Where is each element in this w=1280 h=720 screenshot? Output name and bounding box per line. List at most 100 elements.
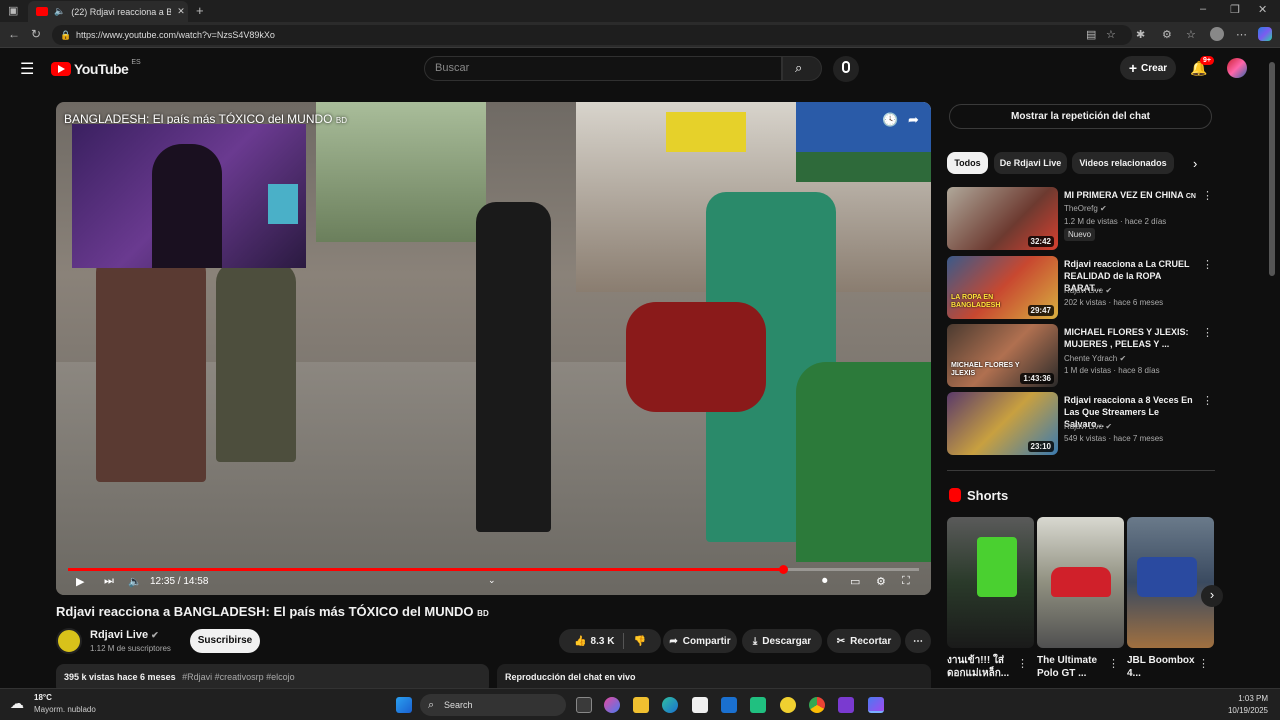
chip-videos-relacionados[interactable]: Videos relacionados — [1072, 152, 1174, 174]
channel-name[interactable]: Rdjavi Live ✔ — [90, 629, 159, 641]
short-title[interactable]: JBL Boombox 4... — [1127, 654, 1201, 680]
account-avatar[interactable] — [1227, 58, 1247, 78]
reload-icon[interactable]: ↻ — [31, 27, 41, 41]
active-app-icon[interactable] — [868, 697, 884, 713]
url-field[interactable]: 🔒 https://www.youtube.com/watch?v=NzsS4V… — [52, 25, 1132, 45]
more-actions-button[interactable]: ⋯ — [905, 629, 931, 653]
next-icon[interactable]: ⏭ — [104, 575, 114, 588]
channel-avatar[interactable] — [56, 628, 82, 654]
more-vertical-icon[interactable]: ⋮ — [1202, 394, 1213, 407]
collections-icon[interactable]: ☆ — [1186, 28, 1196, 41]
dislike-button[interactable]: 👎 — [633, 636, 645, 647]
chip-de-rdjavi-live[interactable]: De Rdjavi Live — [994, 152, 1067, 174]
search-input[interactable]: Buscar — [424, 56, 782, 81]
like-button[interactable]: 👍 8.3 K — [574, 636, 614, 647]
new-tab-icon[interactable]: + — [196, 3, 204, 18]
short-thumbnail[interactable] — [947, 517, 1034, 648]
video-player[interactable]: BANGLADESH: El país más TÓXICO del MUNDO… — [56, 102, 931, 595]
minimize-icon[interactable]: – — [1200, 3, 1206, 15]
edge-icon[interactable] — [662, 697, 678, 713]
volume-icon[interactable]: 🔈 — [128, 575, 142, 588]
browser-tab[interactable]: 🔈 (22) Rdjavi reacciona a BAN ✕ — [28, 1, 188, 22]
more-vertical-icon[interactable]: ⋮ — [1198, 657, 1209, 670]
settings-icon[interactable]: ⚙ — [1162, 28, 1172, 41]
recommendation-channel[interactable]: Chente Ydrach ✔ — [1064, 353, 1126, 364]
page-scrollbar[interactable] — [1269, 62, 1275, 276]
shorts-next-button[interactable]: › — [1201, 585, 1223, 607]
clock-time[interactable]: 1:03 PM — [1210, 694, 1268, 703]
favorite-star-icon[interactable]: ☆ — [1106, 28, 1116, 41]
notifications-button[interactable]: 🔔 9+ — [1190, 56, 1214, 78]
clock-date[interactable]: 10/19/2025 — [1210, 706, 1268, 715]
reader-icon[interactable]: ▤ — [1086, 28, 1096, 41]
copilot-icon[interactable] — [1258, 27, 1272, 41]
recommendation-title[interactable]: MICHAEL FLORES Y JLEXIS: MUJERES , PELEA… — [1064, 326, 1199, 350]
more-vertical-icon[interactable]: ⋮ — [1202, 189, 1213, 202]
short-title[interactable]: The Ultimate Polo GT ... — [1037, 654, 1111, 680]
file-explorer-icon[interactable] — [633, 697, 649, 713]
profile-avatar-icon[interactable] — [1210, 27, 1224, 41]
recommendation-channel[interactable]: Rdjavi Live ✔ — [1064, 285, 1112, 296]
fullscreen-icon[interactable]: ⛶ — [902, 575, 910, 588]
search-button[interactable]: ⌕ — [782, 56, 822, 81]
speaker-icon[interactable]: 🔈 — [54, 6, 65, 17]
subtitles-icon[interactable]: ▭ — [850, 575, 860, 588]
download-button[interactable]: ⤓ Descargar — [742, 629, 822, 653]
clip-button[interactable]: ✂ Recortar — [827, 629, 901, 653]
close-window-icon[interactable]: ✕ — [1258, 3, 1267, 16]
share-button[interactable]: ➦ Compartir — [663, 629, 737, 653]
gear-icon[interactable]: ⚙ — [876, 575, 886, 588]
video-thumbnail[interactable]: 32:42 — [947, 187, 1058, 250]
share-arrow-icon[interactable]: ➦ — [908, 112, 919, 128]
chevron-right-icon[interactable]: › — [1193, 156, 1197, 171]
more-menu-icon[interactable]: ⋯ — [1236, 28, 1247, 41]
tab-actions-icon[interactable]: ▣ — [8, 4, 18, 17]
short-thumbnail[interactable] — [1037, 517, 1124, 648]
create-button[interactable]: + Crear — [1120, 56, 1176, 80]
extensions-icon[interactable]: ✱ — [1136, 28, 1145, 41]
more-vertical-icon[interactable]: ⋮ — [1017, 657, 1028, 670]
app-icon[interactable] — [780, 697, 796, 713]
close-tab-icon[interactable]: ✕ — [177, 6, 185, 17]
recommendation-title[interactable]: MI PRIMERA VEZ EN CHINA CN — [1064, 189, 1199, 203]
more-vertical-icon[interactable]: ⋮ — [1202, 258, 1213, 271]
hashtags[interactable]: #Rdjavi #creativosrp #elcojo — [182, 672, 295, 682]
short-title[interactable]: งานเข้า!!! ใส่ ดอกแม่เหล็ก... — [947, 654, 1021, 680]
video-thumbnail[interactable]: MICHAEL FLORES Y JLEXIS 1:43:36 — [947, 324, 1058, 387]
copilot-taskbar-icon[interactable] — [604, 697, 620, 713]
chip-todos[interactable]: Todos — [947, 152, 988, 174]
short-thumbnail[interactable] — [1127, 517, 1214, 648]
recommendation-item[interactable]: LA ROPA EN BANGLADESH 29:47 Rdjavi reacc… — [947, 256, 1217, 320]
show-chat-replay-button[interactable]: Mostrar la repetición del chat — [949, 104, 1212, 129]
task-view-icon[interactable] — [576, 697, 592, 713]
chrome-icon[interactable] — [809, 697, 825, 713]
youtube-logo[interactable]: YouTube ES — [51, 59, 141, 77]
recommendation-channel[interactable]: Rdjavi Live ✔ — [1064, 421, 1112, 432]
hamburger-menu-icon[interactable]: ☰ — [20, 59, 34, 79]
outlook-icon[interactable] — [721, 697, 737, 713]
subscribe-button[interactable]: Suscribirse — [190, 629, 260, 653]
app-icon[interactable] — [750, 697, 766, 713]
chevron-down-icon[interactable]: ⌄ — [488, 575, 496, 586]
video-thumbnail[interactable]: 23:10 — [947, 392, 1058, 455]
video-thumbnail[interactable]: LA ROPA EN BANGLADESH 29:47 — [947, 256, 1058, 319]
app-icon[interactable] — [838, 697, 854, 713]
windows-start-icon[interactable] — [396, 697, 412, 713]
maximize-icon[interactable]: ❐ — [1230, 3, 1240, 16]
progress-bar[interactable] — [68, 565, 919, 574]
recommendation-item[interactable]: MICHAEL FLORES Y JLEXIS 1:43:36 MICHAEL … — [947, 324, 1217, 388]
lock-icon[interactable]: 🔒 — [60, 25, 71, 45]
store-icon[interactable] — [692, 697, 708, 713]
scrubber-handle[interactable] — [778, 565, 788, 574]
recommendation-item[interactable]: 23:10 Rdjavi reacciona a 8 Veces En Las … — [947, 392, 1217, 456]
recommendation-item[interactable]: 32:42 MI PRIMERA VEZ EN CHINA CN TheOref… — [947, 187, 1217, 251]
voice-search-button[interactable] — [833, 56, 859, 82]
recommendation-channel[interactable]: TheOrefg ✔ — [1064, 203, 1107, 214]
more-vertical-icon[interactable]: ⋮ — [1202, 326, 1213, 339]
autoplay-toggle-icon[interactable]: ⏺ — [822, 575, 828, 588]
back-icon[interactable]: ← — [8, 27, 20, 41]
play-icon[interactable]: ▶ — [76, 575, 84, 588]
more-vertical-icon[interactable]: ⋮ — [1108, 657, 1119, 670]
watch-later-icon[interactable]: 🕓 — [882, 112, 898, 128]
taskbar-search[interactable]: ⌕ Search — [420, 694, 566, 716]
